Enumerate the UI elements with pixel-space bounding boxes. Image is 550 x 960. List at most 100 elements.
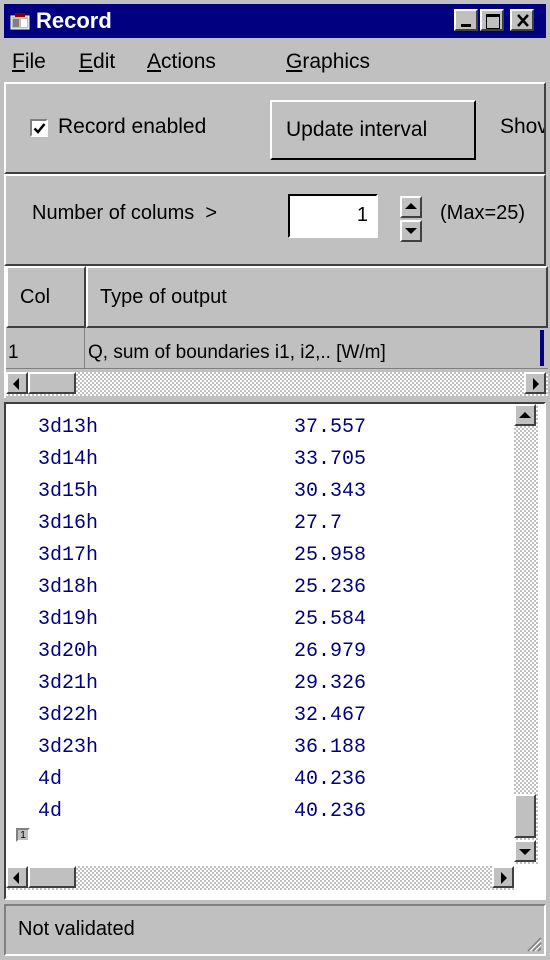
check-icon [33,123,46,134]
data-scroll-thumb[interactable] [514,794,536,838]
app-icon [10,12,30,30]
columns-label: Number of colums > [32,202,218,224]
list-item-time: 3d23h [38,736,99,759]
list-item-value: 29.326 [294,672,367,695]
status-bar: Not validated [4,904,546,956]
arrow-down-icon [405,228,417,234]
resize-grip-icon[interactable] [524,934,542,952]
grid-header-col[interactable]: Col [6,266,86,328]
list-item-time: 3d17h [38,544,99,567]
maximize-button[interactable] [480,9,504,31]
list-item[interactable]: 3d22h 32.467 [6,700,514,732]
list-item-value: 25.584 [294,608,367,631]
grid-header-col-label: Col [20,286,51,308]
list-item-time: 3d22h [38,704,99,727]
close-icon [517,14,529,27]
arrow-right-icon [533,378,539,390]
list-item-time: 3d20h [38,640,99,663]
data-scroll-hthumb[interactable] [28,866,76,888]
close-button[interactable] [510,9,534,31]
show-label[interactable]: Shov [500,115,544,139]
status-text: Not validated [18,918,135,940]
grid-header-type[interactable]: Type of output [86,266,548,328]
list-item[interactable]: 3d16h 27.7 [6,508,514,540]
list-item-time: 4d [38,800,63,823]
menu-graphics[interactable]: Graphics [286,50,370,74]
list-item[interactable]: 4d 40.236 [6,764,514,796]
row-type-cell: Q, sum of boundaries i1, i2,.. [W/m] [88,342,386,363]
list-item[interactable]: 3d14h 33.705 [6,444,514,476]
list-item-value: 25.958 [294,544,367,567]
record-enabled-checkbox[interactable] [30,119,48,137]
update-interval-label: Update interval [286,118,428,141]
table-row[interactable]: 1 Q, sum of boundaries i1, i2,.. [W/m] [6,328,548,369]
data-hscrollbar[interactable] [6,866,514,890]
data-list[interactable]: 3d13h 37.557 3d14h 33.705 3d15h 30.343 3d16h 27… [6,404,514,844]
list-item-value: 37.557 [294,416,367,439]
list-item-value: 33.705 [294,448,367,471]
list-item-time: 3d16h [38,512,99,535]
title-bar[interactable]: Record [4,4,546,38]
grid-scroll-right-button[interactable] [524,372,546,394]
list-item[interactable]: 3d21h 29.326 [6,668,514,700]
list-item-time: 3d19h [38,608,99,631]
data-scroll-up-button[interactable] [514,404,536,426]
list-item[interactable]: 3d18h 25.236 [6,572,514,604]
minimize-button[interactable] [454,9,478,31]
list-item[interactable]: 3d17h 25.958 [6,540,514,572]
menu-edit[interactable]: Edit [79,50,115,74]
grid-scroll-left-button[interactable] [6,372,28,394]
list-item-time: 3d21h [38,672,99,695]
menu-file[interactable]: File [12,50,46,74]
list-item-value: 25.236 [294,576,367,599]
list-item[interactable]: 4d 40.236 [6,796,514,828]
columns-input[interactable]: 1 [288,194,378,238]
list-item-time: 3d13h [38,416,99,439]
data-scroll-down-button[interactable] [514,840,536,862]
arrow-left-icon [13,872,19,884]
list-item-time: 3d14h [38,448,99,471]
columns-panel: Number of colums > 1 (Max=25) [4,174,546,266]
grid-scroll-thumb[interactable] [28,372,76,394]
maximize-icon [486,14,500,29]
arrow-up-icon [519,412,531,418]
data-vscrollbar[interactable] [514,404,538,864]
update-interval-button[interactable]: Update interval [270,100,476,160]
output-grid: Col Type of output 1 Q, sum of boundarie… [4,266,548,398]
list-item[interactable]: 3d19h 25.584 [6,604,514,636]
toolbar-panel: Record enabled Update interval Shov [4,82,546,174]
list-item[interactable]: 3d23h 36.188 [6,732,514,764]
grid-hscrollbar[interactable] [6,372,548,396]
row-selection-marker [540,330,544,366]
list-item-value: 30.343 [294,480,367,503]
list-item-time: 4d [38,768,63,791]
cell-divider [84,328,85,368]
list-item-value: 26.979 [294,640,367,663]
menu-actions[interactable]: Actions [147,50,216,74]
arrow-left-icon [13,378,19,390]
list-item[interactable]: 3d13h 37.557 [6,412,514,444]
list-item-value: 40.236 [294,768,367,791]
data-scroll-right-button[interactable] [492,866,514,888]
columns-down-button[interactable] [400,220,422,242]
list-footer-marker: 1 [16,828,30,842]
window-title: Record [36,8,112,33]
grid-header-type-label: Type of output [100,286,227,308]
arrow-up-icon [405,203,417,209]
list-item-value: 40.236 [294,800,367,823]
list-item[interactable]: 3d20h 26.979 [6,636,514,668]
list-item-time: 3d18h [38,576,99,599]
record-enabled-label[interactable]: Record enabled [58,115,206,139]
list-item-value: 36.188 [294,736,367,759]
columns-up-button[interactable] [400,196,422,218]
record-window: { "window": { "title": "Record" }, "menu… [0,0,550,960]
list-item-time: 3d15h [38,480,99,503]
list-item-value: 27.7 [294,512,343,535]
columns-value: 1 [356,204,368,226]
arrow-down-icon [519,849,531,855]
columns-max-label: (Max=25) [440,202,526,224]
minimize-icon [461,24,471,27]
data-scroll-left-button[interactable] [6,866,28,888]
list-item-value: 32.467 [294,704,367,727]
list-item[interactable]: 3d15h 30.343 [6,476,514,508]
